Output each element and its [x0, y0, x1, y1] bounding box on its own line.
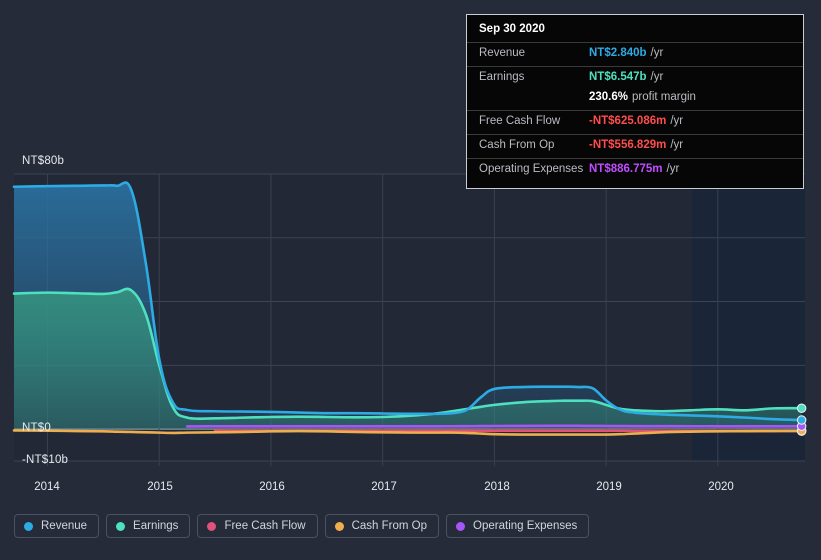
tooltip-label-operating-expenses: Operating Expenses [479, 163, 584, 175]
tooltip-value-profit-margin: 230.6% [589, 91, 629, 103]
tooltip-unit-free-cash-flow: /yr [670, 115, 684, 127]
legend-label-earnings: Earnings [133, 520, 179, 532]
tooltip-row-operating-expenses: Operating Expenses NT$886.775m /yr [467, 158, 803, 182]
tooltip-value-cash-from-op: -NT$556.829m [589, 139, 667, 151]
legend-item-free-cash-flow[interactable]: Free Cash Flow [197, 514, 318, 538]
legend-dot-icon-free-cash-flow [207, 521, 217, 531]
tooltip-unit-operating-expenses: /yr [666, 163, 680, 175]
x-axis-label-2014: 2014 [34, 481, 60, 493]
tooltip-sub-profit-margin: profit margin [632, 91, 696, 103]
legend-label-revenue: Revenue [41, 520, 88, 532]
tooltip-unit-cash-from-op: /yr [670, 139, 684, 151]
tooltip-row-cash-from-op: Cash From Op -NT$556.829m /yr [467, 134, 803, 158]
tooltip-value-operating-expenses: NT$886.775m [589, 163, 663, 175]
tooltip-label-revenue: Revenue [479, 47, 526, 59]
legend-label-free-cash-flow: Free Cash Flow [224, 520, 306, 532]
legend-dot-icon-cash-from-op [334, 521, 344, 531]
x-axis-label-2019: 2019 [596, 481, 622, 493]
tooltip-value-earnings: NT$6.547b [589, 71, 647, 83]
tooltip-row-revenue: Revenue NT$2.840b /yr [467, 42, 803, 66]
x-axis-label-2020: 2020 [708, 481, 734, 493]
tooltip-value-free-cash-flow: -NT$625.086m [589, 115, 667, 127]
legend-item-earnings[interactable]: Earnings [106, 514, 191, 538]
y-axis-label-bottom: -NT$10b [22, 454, 69, 466]
legend-item-cash-from-op[interactable]: Cash From Op [324, 514, 440, 538]
tooltip-row-earnings: Earnings NT$6.547b /yr [467, 66, 803, 90]
chart-screenshot: NT$80b NT$0 -NT$10b 2014 2015 2016 2017 … [0, 0, 821, 560]
legend-label-cash-from-op: Cash From Op [351, 520, 428, 532]
tooltip-date: Sep 30 2020 [479, 23, 545, 35]
legend-dot-icon-earnings [116, 521, 126, 531]
x-axis-label-2017: 2017 [371, 481, 397, 493]
x-axis-label-2016: 2016 [259, 481, 285, 493]
legend-item-revenue[interactable]: Revenue [14, 514, 100, 538]
x-axis-label-2018: 2018 [484, 481, 510, 493]
tooltip-label-earnings: Earnings [479, 71, 525, 83]
legend-item-operating-expenses[interactable]: Operating Expenses [446, 514, 590, 538]
x-axis-label-2015: 2015 [147, 481, 173, 493]
legend-dot-icon-revenue [24, 521, 33, 531]
chart-legend: Revenue Earnings Free Cash Flow Cash Fro… [14, 514, 590, 538]
tooltip-row-free-cash-flow: Free Cash Flow -NT$625.086m /yr [467, 110, 803, 134]
tooltip-unit-revenue: /yr [650, 47, 664, 59]
tooltip-label-cash-from-op: Cash From Op [479, 139, 555, 151]
tooltip-unit-earnings: /yr [650, 71, 664, 83]
y-axis-label-zero: NT$0 [22, 422, 51, 434]
tooltip-label-free-cash-flow: Free Cash Flow [479, 115, 561, 127]
tooltip-row-profit-margin: 230.6% profit margin [467, 90, 803, 110]
tooltip-value-revenue: NT$2.840b [589, 47, 647, 59]
data-tooltip: Sep 30 2020 Revenue NT$2.840b /yr Earnin… [466, 14, 804, 189]
legend-dot-icon-operating-expenses [456, 521, 466, 531]
legend-label-operating-expenses: Operating Expenses [473, 520, 578, 532]
y-axis-label-top: NT$80b [22, 155, 65, 167]
